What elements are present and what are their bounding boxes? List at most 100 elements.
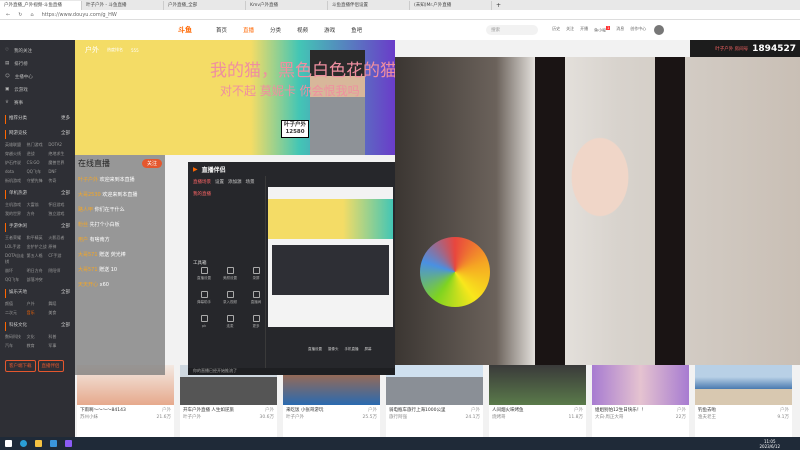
section-more-link[interactable]: 全部 xyxy=(61,322,70,331)
room-title[interactable]: 人间烟火味烤鱼 xyxy=(492,407,524,413)
nav-home[interactable]: 首页 xyxy=(216,26,227,34)
chat-username[interactable]: 路人甲 xyxy=(78,207,93,213)
sidebar-category-link[interactable]: 二次元 xyxy=(5,310,27,316)
obs-tool-button[interactable]: 直播间 xyxy=(245,291,267,307)
sidebar-category-link[interactable]: 火影忍者 xyxy=(48,235,70,241)
sidebar-category-link[interactable]: 魔兽世界 xyxy=(48,160,70,166)
sidebar-category-link[interactable]: QQ飞车 xyxy=(27,169,49,175)
sidebar-category-link[interactable]: 主机游戏 xyxy=(5,202,27,208)
browser-tab[interactable]: 叶子户外 - 斗鱼直播 xyxy=(82,0,164,10)
sidebar-category-link[interactable]: 汽车 xyxy=(5,343,27,349)
sidebar-category-link[interactable]: 部落冲突 xyxy=(27,277,49,283)
obs-tab[interactable]: 设置 xyxy=(215,179,224,185)
sidebar-category-link[interactable]: 热门游戏 xyxy=(27,142,49,148)
sidebar-category-link[interactable]: 街机游戏 xyxy=(5,178,27,184)
sidebar-category-link[interactable]: DNF xyxy=(48,169,70,175)
anchor-name[interactable]: 旅行阿强 xyxy=(389,414,407,420)
app-icon[interactable] xyxy=(65,440,72,447)
chat-username[interactable]: 大哥571 xyxy=(78,252,98,258)
browser-tab[interactable]: (未知)Mr.户外直播 xyxy=(410,0,492,10)
section-more-link[interactable]: 全部 xyxy=(61,289,70,298)
sidebar-category-link[interactable]: 颜值 xyxy=(5,301,27,307)
chat-username[interactable]: 叶子户外 xyxy=(78,177,98,183)
room-title[interactable]: 骑电瓶车旅行上海1000公里 xyxy=(389,407,445,413)
room-thumbnail[interactable] xyxy=(592,365,689,405)
sidebar-category-link[interactable]: CF手游 xyxy=(48,253,70,265)
sidebar-category-link[interactable]: 崩坏 xyxy=(5,268,27,274)
sidebar-category-link[interactable]: 独立游戏 xyxy=(48,211,70,217)
live-room-card[interactable]: 来吃饭 小张哥游玩 户外 叶子户外 25.5万 xyxy=(283,365,380,437)
sidebar-item-events[interactable]: ♕ 赛事 xyxy=(5,96,70,109)
live-room-card[interactable]: 钓鱼去啦 户外 渔夫老王 9.1万 xyxy=(695,365,792,437)
live-room-card[interactable]: 人间烟火味烤鱼 户外 烧烤哥 11.8万 xyxy=(489,365,586,437)
sidebar-category-link[interactable]: DOTA2 xyxy=(48,142,70,148)
sidebar-category-link[interactable]: 大富翁 xyxy=(27,202,49,208)
follow-button[interactable]: 关注 xyxy=(566,26,574,33)
sidebar-category-link[interactable]: 穿越火线 xyxy=(5,151,27,157)
sidebar-category-link[interactable]: 逆战 xyxy=(27,151,49,157)
anchor-name[interactable]: 苏州小妹 xyxy=(80,414,98,420)
anchor-name[interactable]: 叶子户外 xyxy=(183,414,201,420)
room-title[interactable]: 下雨啊～～～～84143 xyxy=(80,407,126,413)
download-client-button[interactable]: 客户端下载 xyxy=(5,360,36,372)
sidebar-category-link[interactable]: QQ飞车 xyxy=(5,277,27,283)
sidebar-category-link[interactable]: 军事 xyxy=(48,343,70,349)
obs-tab[interactable]: 场景 xyxy=(246,179,255,185)
obs-tool-button[interactable]: 弹幕助手 xyxy=(193,291,215,307)
sidebar-category-link[interactable]: 文化 xyxy=(27,334,49,340)
search-input[interactable]: 搜索 xyxy=(486,25,539,35)
obs-tool-button[interactable]: 录入视频 xyxy=(219,291,241,307)
sidebar-category-link[interactable]: 传奇 xyxy=(48,178,70,184)
chat-username[interactable]: 天天开心 xyxy=(78,282,98,288)
sidebar-category-link[interactable]: 教育 xyxy=(27,343,49,349)
live-room-card[interactable]: 开车户外直播 人生如逆旅 户外 叶子户外 30.6万 xyxy=(180,365,277,437)
room-title[interactable]: 姐姐别怕12生日快乐！！ xyxy=(595,407,646,413)
sidebar-category-link[interactable]: 美食 xyxy=(48,310,70,316)
creator-center-button[interactable]: 创作中心 xyxy=(630,26,646,33)
sidebar-category-link[interactable]: 金铲铲之战 xyxy=(27,244,49,250)
browser-tab[interactable]: Kmv户外直播 xyxy=(246,0,328,10)
nav-category[interactable]: 分类 xyxy=(270,26,281,34)
live-companion-button[interactable]: 直播伴侣 xyxy=(37,360,64,372)
sidebar-category-link[interactable]: 英雄联盟 xyxy=(5,142,27,148)
douyu-logo[interactable]: 斗鱼 xyxy=(178,25,192,35)
room-title[interactable]: 来吃饭 小张哥游玩 xyxy=(286,407,323,413)
section-more-link[interactable]: 全部 xyxy=(61,190,70,199)
browser-tab[interactable]: 户外直播_户外视频-斗鱼直播 xyxy=(0,0,82,10)
edge-icon[interactable] xyxy=(20,440,27,447)
nav-live[interactable]: 直播 xyxy=(243,26,254,34)
nav-game[interactable]: 游戏 xyxy=(324,26,335,34)
follow-button[interactable]: 关注 xyxy=(141,159,162,168)
sidebar-item-rank[interactable]: ▤ 排行榜 xyxy=(5,57,70,70)
sidebar-category-link[interactable]: 方舟 xyxy=(27,211,49,217)
avatar[interactable] xyxy=(654,25,665,35)
sidebar-category-link[interactable]: dota xyxy=(5,169,27,175)
obs-tool-button[interactable]: 更多 xyxy=(245,315,267,331)
section-more-link[interactable]: 全部 xyxy=(61,130,70,139)
live-room-card[interactable]: 骑电瓶车旅行上海1000公里 户外 旅行阿强 24.1万 xyxy=(386,365,483,437)
sidebar-category-link[interactable]: 音乐 xyxy=(27,310,49,316)
sidebar-category-link[interactable]: 舞蹈 xyxy=(48,301,70,307)
section-more-link[interactable]: 全部 xyxy=(61,223,70,232)
sidebar-category-link[interactable]: 第五人格 xyxy=(27,253,49,265)
new-tab-icon[interactable]: + xyxy=(496,2,501,9)
obs-tool-button[interactable]: 录屏 xyxy=(245,267,267,283)
sidebar-item-anchor-center[interactable]: ☺ 主播中心 xyxy=(5,70,70,83)
obs-bottom-button[interactable]: 摄像头 xyxy=(328,347,339,352)
room-thumbnail[interactable] xyxy=(489,365,586,405)
url-input[interactable]: https://www.douyu.com/g_HW xyxy=(42,12,117,18)
history-button[interactable]: 历史 xyxy=(552,26,560,33)
refresh-icon[interactable]: ↻ xyxy=(18,12,22,18)
sidebar-category-link[interactable]: 科普 xyxy=(48,334,70,340)
scene-item[interactable]: 我的直播 xyxy=(188,188,265,200)
store-icon[interactable] xyxy=(50,440,57,447)
browser-tab[interactable]: 户外直播_全部 xyxy=(164,0,246,10)
sidebar-category-link[interactable]: CS:GO xyxy=(27,160,49,166)
obs-bottom-button[interactable]: 直播设置 xyxy=(308,347,322,352)
sidebar-category-link[interactable]: 守望先锋 xyxy=(27,178,49,184)
assistant-button[interactable]: 鱼小秘1 xyxy=(594,26,611,33)
file-explorer-icon[interactable] xyxy=(35,440,42,447)
obs-tab[interactable]: 直播场景 xyxy=(193,179,211,185)
sidebar-category-link[interactable]: 我的世界 xyxy=(5,211,27,217)
obs-tool-button[interactable]: 直播设置 xyxy=(193,267,215,283)
